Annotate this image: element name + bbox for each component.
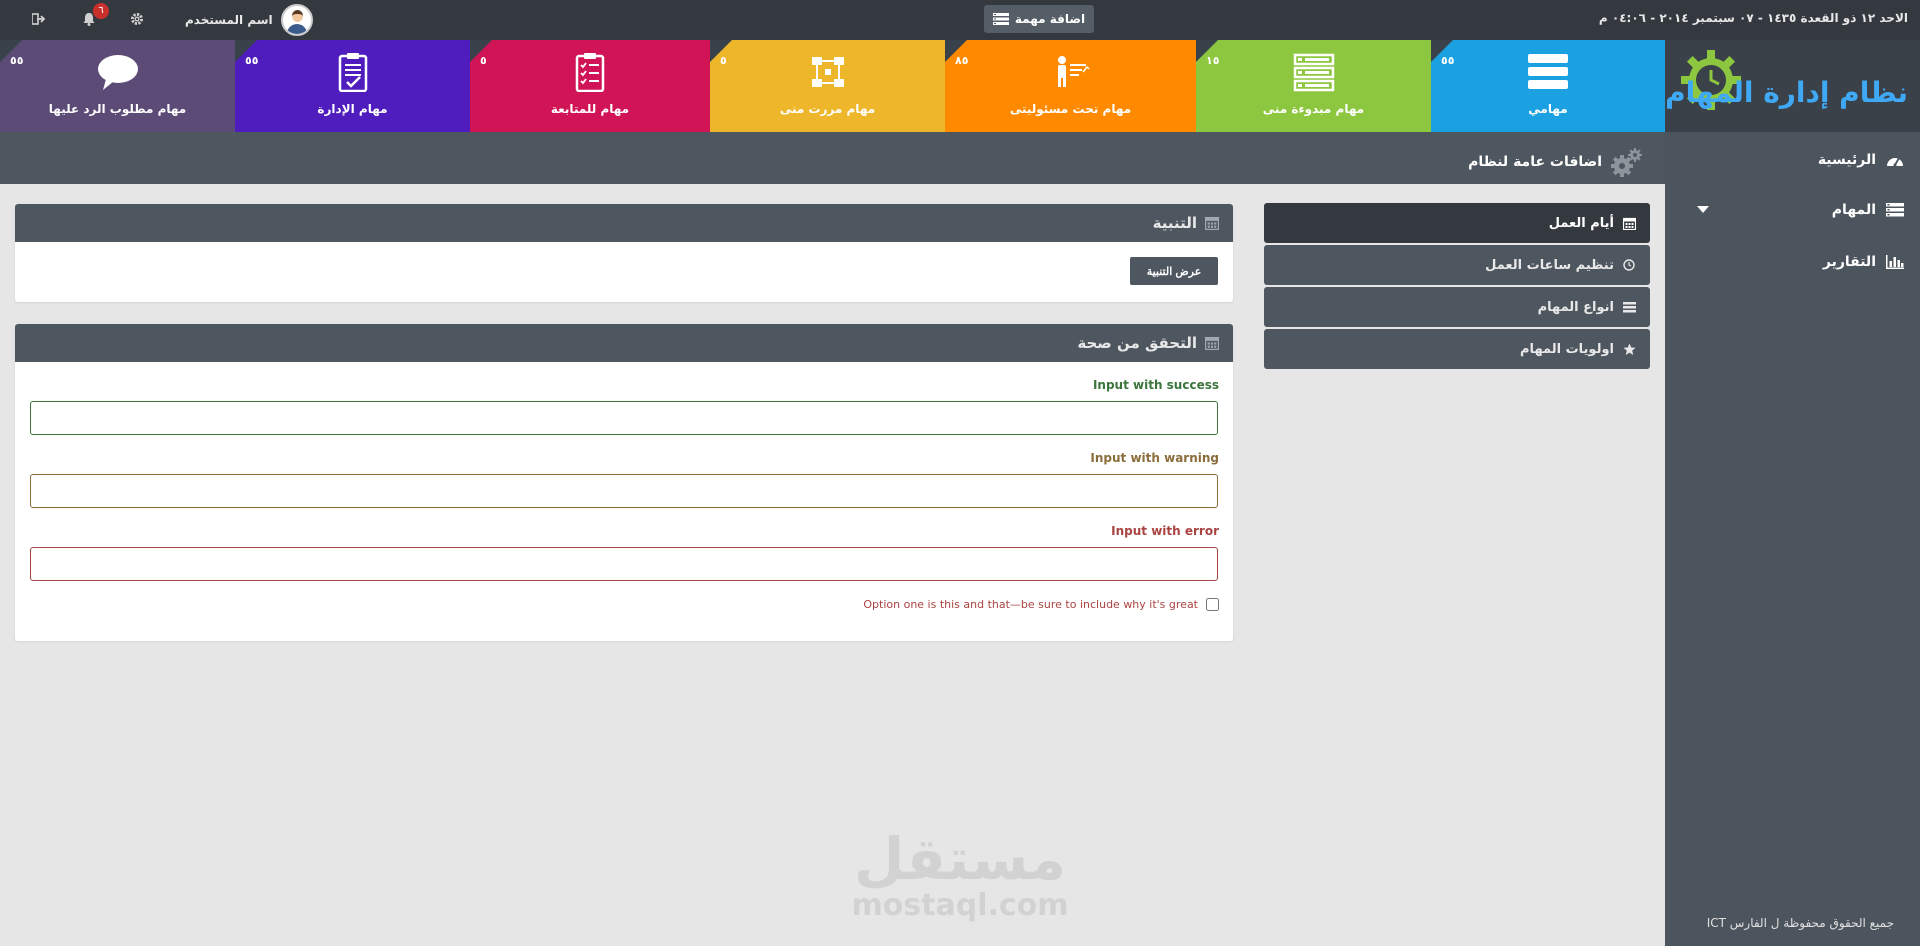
calendar-icon — [1205, 216, 1219, 230]
list-icon — [1622, 301, 1636, 312]
success-input[interactable] — [30, 401, 1218, 435]
sidebar-item-reports[interactable]: التقارير — [1681, 250, 1904, 274]
task-tiles: ٥٥ مهامي ١٥ مهام مبدوءة منى ٨٥ مهام تحت … — [0, 40, 1665, 132]
menu-item-task-types[interactable]: انواع المهام — [1264, 287, 1650, 327]
watermark-arabic: مستقل — [853, 825, 1067, 893]
watermark: مستقل mostaql.com — [842, 828, 1078, 922]
panel-header: التحقق من صحة — [15, 324, 1233, 362]
notification-badge: ٦ — [93, 3, 109, 19]
page-header: اضافات عامة لنظام — [0, 132, 1665, 184]
tile-count: ٥٥ — [1441, 54, 1455, 67]
speech-bubble-icon — [97, 55, 138, 90]
tile-awaiting-reply[interactable]: ٥٥ مهام مطلوب الرد عليها — [0, 40, 235, 132]
tile-label: مهام مررت منى — [779, 102, 876, 116]
list-icon — [1886, 203, 1904, 217]
menu-item-label: انواع المهام — [1537, 299, 1614, 315]
date-display: الاحد ١٢ ذو القعدة ١٤٣٥ - ٠٧ سبتمبر ٢٠١٤… — [1598, 11, 1908, 25]
logout-icon[interactable] — [30, 10, 48, 28]
option-checkbox[interactable] — [1206, 598, 1219, 611]
clock-icon — [1623, 259, 1635, 271]
show-alert-button[interactable]: عرض التنبية — [1130, 257, 1218, 285]
dashboard-icon — [1887, 157, 1903, 167]
add-task-label: اضافة مهمة — [1014, 12, 1086, 26]
sidebar-item-tasks[interactable]: المهام — [1681, 198, 1904, 222]
sidebar-item-label: التقارير — [1822, 254, 1876, 270]
sidebar: الرئيسية المهام التقارير جميع الحقوق محف… — [1665, 132, 1920, 946]
tile-passed-through-me[interactable]: ٥ مهام مررت منى — [710, 40, 945, 132]
menu-item-work-days[interactable]: أيام العمل — [1264, 203, 1650, 243]
tile-label: مهام تحت مسئوليتى — [1009, 102, 1132, 116]
tile-label: مهامي — [1528, 102, 1568, 116]
settings-gear-icon[interactable] — [128, 10, 146, 28]
panel-title: التنبية — [1152, 214, 1197, 232]
option-checkbox-row[interactable]: Option one is this and that—be sure to i… — [863, 598, 1219, 611]
settings-menu: أيام العمل تنظيم ساعات العمل انواع المها… — [1264, 203, 1650, 371]
checkbox-label: Option one is this and that—be sure to i… — [863, 598, 1198, 611]
validation-panel: التحقق من صحة Input with success Input w… — [15, 324, 1233, 641]
clipboard-icon — [338, 53, 367, 92]
bar-chart-icon — [1886, 255, 1904, 269]
tile-my-tasks[interactable]: ٥٥ مهامي — [1431, 40, 1665, 132]
tile-count: ٥ — [720, 54, 727, 67]
tile-count: ٥٥ — [10, 54, 24, 67]
tile-count: ٨٥ — [955, 54, 969, 67]
tile-management-tasks[interactable]: ٥٥ مهام الإدارة — [235, 40, 470, 132]
tile-label: مهام الإدارة — [317, 102, 388, 116]
menu-item-label: أيام العمل — [1548, 215, 1614, 231]
success-label: Input with success — [1092, 378, 1219, 392]
avatar — [280, 4, 313, 36]
tile-under-responsibility[interactable]: ٨٥ مهام تحت مسئوليتى — [945, 40, 1196, 132]
list-icon — [992, 13, 1009, 25]
error-label: Input with error — [1111, 524, 1219, 538]
tile-count: ٥٥ — [245, 54, 259, 67]
tile-follow-up[interactable]: ٥ مهام للمتابعة — [470, 40, 710, 132]
flow-icon — [811, 57, 844, 87]
user-name: اسم المستخدم — [185, 13, 273, 27]
chevron-down-icon[interactable] — [1697, 206, 1709, 213]
sidebar-item-label: الرئيسية — [1817, 152, 1876, 168]
tile-label: مهام مطلوب الرد عليها — [48, 102, 187, 116]
add-task-button[interactable]: اضافة مهمة — [984, 5, 1094, 33]
copyright: جميع الحقوق محفوظة ل الفارس ICT — [1706, 916, 1894, 930]
menu-item-label: اولويات المهام — [1520, 341, 1614, 357]
warning-input[interactable] — [30, 474, 1218, 508]
presenter-icon — [1057, 56, 1090, 87]
logo: نظام إدارة المهام — [1665, 40, 1920, 132]
error-input[interactable] — [30, 547, 1218, 581]
sidebar-item-label: المهام — [1831, 202, 1876, 218]
tile-label: مهام للمتابعة — [550, 102, 630, 116]
star-icon — [1623, 343, 1635, 355]
gears-icon — [1611, 148, 1642, 177]
watermark-latin: mostaql.com — [851, 888, 1069, 923]
tile-started-by-me[interactable]: ١٥ مهام مبدوءة منى — [1196, 40, 1431, 132]
server-icon — [1528, 54, 1568, 89]
tile-label: مهام مبدوءة منى — [1262, 102, 1365, 116]
list-icon — [1293, 53, 1334, 92]
checklist-icon — [575, 53, 605, 92]
panel-header: التنبية — [15, 204, 1233, 242]
menu-item-work-hours[interactable]: تنظيم ساعات العمل — [1264, 245, 1650, 285]
menu-item-label: تنظيم ساعات العمل — [1485, 257, 1614, 273]
alert-panel: التنبية عرض التنبية — [15, 204, 1233, 302]
sidebar-item-home[interactable]: الرئيسية — [1681, 148, 1904, 172]
tile-count: ١٥ — [1206, 54, 1220, 67]
user-menu[interactable]: اسم المستخدم — [185, 4, 313, 36]
menu-item-task-priorities[interactable]: اولويات المهام — [1264, 329, 1650, 369]
calendar-icon — [1622, 217, 1636, 230]
panel-title: التحقق من صحة — [1077, 334, 1197, 352]
app-title: نظام إدارة المهام — [1665, 76, 1908, 109]
warning-label: Input with warning — [1090, 451, 1219, 465]
top-bar: الاحد ١٢ ذو القعدة ١٤٣٥ - ٠٧ سبتمبر ٢٠١٤… — [0, 0, 1920, 40]
page-title: اضافات عامة لنظام — [1468, 154, 1602, 170]
tile-count: ٥ — [480, 54, 487, 67]
calendar-icon — [1205, 336, 1219, 350]
